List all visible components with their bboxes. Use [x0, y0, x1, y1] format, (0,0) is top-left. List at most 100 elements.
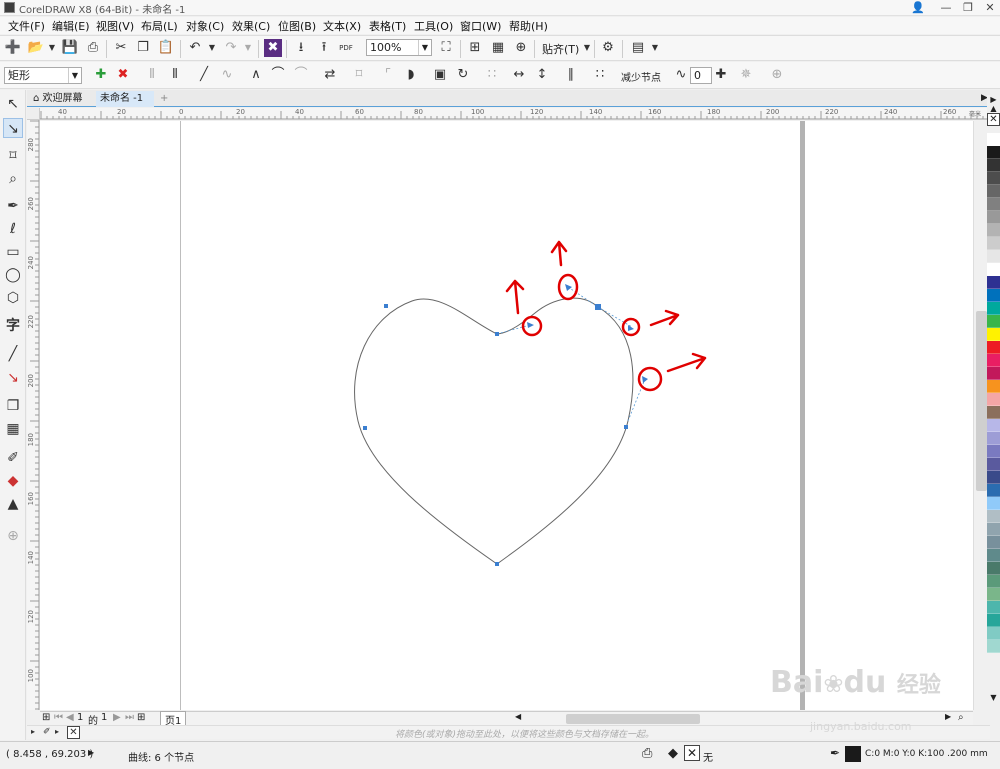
interactive-fill-icon[interactable]: ◆	[3, 471, 23, 491]
color-swatch[interactable]	[987, 536, 1000, 549]
chevron-down-icon[interactable]: ▼	[68, 68, 81, 83]
control-point[interactable]	[642, 376, 648, 383]
doc-palette-none-swatch[interactable]: ✕	[67, 726, 80, 739]
next-page-icon[interactable]: ▶	[113, 712, 121, 723]
color-swatch[interactable]	[987, 640, 1000, 653]
vertical-scrollbar[interactable]	[973, 121, 988, 710]
smooth-node-icon[interactable]: ⌒	[269, 66, 287, 84]
copy-icon[interactable]: ❐	[134, 39, 152, 57]
menu-file[interactable]: 文件(F)	[8, 18, 45, 34]
save-icon[interactable]: 💾	[61, 39, 79, 57]
color-swatch[interactable]	[987, 497, 1000, 510]
color-swatch[interactable]	[987, 211, 1000, 224]
fill-icon[interactable]: ◆	[668, 746, 678, 761]
color-swatch[interactable]	[987, 471, 1000, 484]
menu-object[interactable]: 对象(C)	[186, 18, 224, 34]
drawing-canvas[interactable]	[40, 121, 973, 710]
vertical-scroll-thumb[interactable]	[976, 311, 987, 491]
color-swatch[interactable]	[987, 484, 1000, 497]
add-tab-button[interactable]: +	[156, 91, 172, 107]
settings-icon[interactable]: ⚙	[599, 39, 617, 57]
first-page-icon[interactable]: ⏮	[54, 712, 63, 723]
color-swatch[interactable]	[987, 354, 1000, 367]
add-node-icon[interactable]: ✚	[92, 66, 110, 84]
menu-edit[interactable]: 编辑(E)	[52, 18, 90, 34]
menu-table[interactable]: 表格(T)	[369, 18, 406, 34]
symmetrical-node-icon[interactable]: ⌒	[292, 66, 310, 84]
undo-dropdown-icon[interactable]: ▼	[203, 39, 221, 57]
curve-node[interactable]	[624, 425, 628, 429]
redo-icon[interactable]: ↷	[222, 39, 240, 57]
menu-effects[interactable]: 效果(C)	[232, 18, 270, 34]
tab-welcome[interactable]: ⌂ 欢迎屏幕	[29, 91, 95, 107]
color-swatch[interactable]	[987, 601, 1000, 614]
chevron-down-icon[interactable]: ▼	[418, 40, 431, 55]
scroll-right-icon[interactable]: ▶	[945, 712, 951, 721]
freehand-tool-icon[interactable]: ✒	[3, 196, 23, 216]
menu-view[interactable]: 视图(V)	[96, 18, 134, 34]
zoom-nav-icon[interactable]: ⌕	[958, 712, 964, 723]
horizontal-ruler[interactable]: 40 20 0 20 40 60 80 100 120 140 160 180 …	[40, 108, 989, 120]
export-icon[interactable]: ⭱	[315, 39, 333, 57]
menu-bitmaps[interactable]: 位图(B)	[278, 18, 316, 34]
join-nodes-icon[interactable]: ⦀	[143, 66, 161, 84]
tab-document[interactable]: 未命名 -1	[96, 91, 154, 107]
color-swatch[interactable]	[987, 523, 1000, 536]
elastic-mode-icon[interactable]: ∥	[562, 66, 580, 84]
curve-node[interactable]	[495, 332, 499, 336]
control-point[interactable]	[628, 325, 634, 331]
doc-palette-arrow-icon[interactable]: ▸	[31, 727, 35, 736]
color-swatch[interactable]	[987, 367, 1000, 380]
fill-none-swatch[interactable]: ✕	[684, 745, 700, 761]
application-launcher-icon[interactable]: ▤	[629, 39, 647, 57]
align-nodes-icon[interactable]: ∷	[483, 66, 501, 84]
show-rulers-icon[interactable]: ⊞	[466, 39, 484, 57]
control-point[interactable]	[527, 322, 534, 328]
extend-curve-icon[interactable]: ⌑	[350, 66, 368, 84]
close-curve-icon[interactable]: ◗	[402, 66, 420, 84]
to-line-icon[interactable]: ╱	[195, 66, 213, 84]
menu-tools[interactable]: 工具(O)	[414, 18, 453, 34]
crop-tool-icon[interactable]: ⌑	[3, 146, 23, 166]
reflect-horizontal-icon[interactable]: ↔	[510, 66, 528, 84]
text-tool-icon[interactable]: 字	[3, 316, 23, 336]
quick-customize-tools-icon[interactable]: ⊕	[3, 526, 23, 546]
outline-pen-icon[interactable]: ✒	[830, 746, 840, 760]
doc-palette-menu-icon[interactable]: ▸	[55, 727, 59, 736]
color-swatch[interactable]	[987, 393, 1000, 406]
parallel-dimension-icon[interactable]: ╱	[3, 344, 23, 364]
break-curve-icon[interactable]: ⦀	[166, 66, 184, 84]
ellipse-tool-icon[interactable]: ◯	[3, 265, 23, 285]
pick-tool-icon[interactable]: ↖	[3, 94, 23, 114]
import-icon[interactable]: ⭳	[292, 39, 310, 57]
color-swatch[interactable]	[987, 289, 1000, 302]
color-swatch[interactable]	[987, 458, 1000, 471]
menu-text[interactable]: 文本(X)	[323, 18, 361, 34]
palette-down-icon[interactable]: ▼	[987, 693, 1000, 707]
launcher-dropdown-icon[interactable]: ▼	[646, 39, 664, 57]
artistic-media-icon[interactable]: ℓ	[3, 219, 23, 239]
extract-subpath-icon[interactable]: ⌜	[379, 66, 397, 84]
selected-node[interactable]	[595, 304, 601, 310]
connector-tool-icon[interactable]: ↘	[3, 368, 23, 388]
full-screen-icon[interactable]: ⛶	[437, 39, 455, 57]
color-swatch[interactable]	[987, 614, 1000, 627]
horizontal-scroll-thumb[interactable]	[566, 714, 700, 724]
color-swatch[interactable]	[987, 146, 1000, 159]
ruler-origin[interactable]	[27, 108, 40, 120]
zoom-level-combo[interactable]: 100% ▼	[366, 39, 432, 56]
color-swatch[interactable]	[987, 562, 1000, 575]
paste-icon[interactable]: 📋	[157, 39, 175, 57]
stretch-nodes-icon[interactable]: ▣	[431, 66, 449, 84]
redo-dropdown-icon[interactable]: ▼	[239, 39, 257, 57]
color-swatch[interactable]	[987, 237, 1000, 250]
heart-curve[interactable]	[354, 297, 634, 565]
new-icon[interactable]: ➕	[4, 39, 22, 57]
reflect-vertical-icon[interactable]: ↕	[533, 66, 551, 84]
color-swatch[interactable]	[987, 276, 1000, 289]
undo-icon[interactable]: ↶	[186, 39, 204, 57]
zoom-tool-icon[interactable]: ⌕	[3, 169, 23, 189]
curve-node[interactable]	[495, 562, 499, 566]
last-page-icon[interactable]: ⏭	[125, 712, 134, 723]
color-swatch[interactable]	[987, 198, 1000, 211]
